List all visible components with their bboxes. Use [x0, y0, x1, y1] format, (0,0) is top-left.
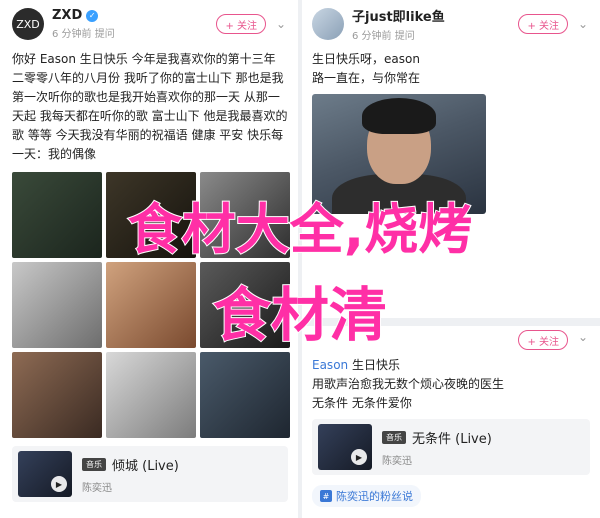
album-cover: ▶	[18, 451, 72, 497]
music-artist: 陈奕迅	[382, 455, 412, 467]
post-body: 生日快乐呀，eason 路一直在，与你常在	[312, 50, 590, 88]
fan-link[interactable]: # 陈奕迅的粉丝说	[312, 485, 421, 507]
mention-word: 提问	[394, 31, 415, 42]
avatar[interactable]: ZXD	[12, 8, 44, 40]
music-tag: 音乐	[382, 430, 406, 444]
avatar[interactable]	[312, 8, 344, 40]
second-post-body: Eason 生日快乐 用歌声治愈我无数个烦心夜晚的医生 无条件 无条件爱你	[312, 356, 590, 413]
music-info: 音乐 无条件 (Live) 陈奕迅	[382, 428, 492, 467]
username-text: ZXD	[52, 8, 83, 23]
post-header: 子just即like鱼 6 分钟前 提问 + 关注 ⌄	[312, 6, 590, 42]
photo-8[interactable]	[106, 352, 196, 438]
username-text: 子just即like鱼	[352, 10, 445, 25]
more-icon[interactable]: ⌄	[274, 17, 288, 31]
mention-link[interactable]: Eason	[312, 358, 348, 372]
music-tag: 音乐	[82, 457, 106, 471]
post-time: 6 分钟前 提问	[352, 27, 512, 42]
verified-icon: ✓	[86, 9, 99, 22]
music-artist: 陈奕迅	[82, 482, 112, 494]
link-icon: #	[320, 490, 332, 502]
play-icon[interactable]: ▶	[51, 476, 67, 492]
photo-7[interactable]	[12, 352, 102, 438]
music-title: 无条件 (Live)	[412, 431, 492, 447]
photo-9[interactable]	[200, 352, 290, 438]
mention-word: 提问	[94, 29, 115, 40]
post-meta: 子just即like鱼 6 分钟前 提问	[352, 6, 512, 42]
second-body-line-1: Eason 生日快乐	[312, 356, 590, 375]
second-body-line-2: 用歌声治愈我无数个烦心夜晚的医生	[312, 377, 505, 391]
time-text: 6 分钟前	[352, 31, 392, 42]
music-info: 音乐 倾城 (Live) 陈奕迅	[82, 455, 179, 494]
overlay-line-2: 食材清	[212, 280, 388, 350]
music-title: 倾城 (Live)	[112, 458, 179, 474]
body-line-2: 路一直在，与你常在	[312, 71, 421, 85]
post-body: 你好 Eason 生日快乐 今年是我喜欢你的第十三年 二零零八年的八月份 我听了…	[12, 52, 288, 161]
more-icon[interactable]: ⌄	[576, 17, 590, 31]
post-meta: ZXD ✓ 6 分钟前 提问	[52, 8, 210, 40]
fan-link-label: 陈奕迅的粉丝说	[336, 490, 413, 503]
play-icon[interactable]: ▶	[351, 449, 367, 465]
time-text: 6 分钟前	[52, 29, 92, 40]
second-post: + 关注 ⌄ Eason 生日快乐 用歌声治愈我无数个烦心夜晚的医生 无条件 无…	[312, 330, 590, 507]
username[interactable]: ZXD ✓	[52, 8, 210, 23]
album-cover: ▶	[318, 424, 372, 470]
music-card[interactable]: ▶ 音乐 无条件 (Live) 陈奕迅	[312, 419, 590, 475]
second-body-line-3: 无条件 无条件爱你	[312, 396, 412, 410]
post-header: ZXD ZXD ✓ 6 分钟前 提问 + 关注 ⌄	[12, 8, 288, 40]
photo-hair	[362, 98, 436, 134]
overlay-line-1: 食材大全,烧烤	[127, 197, 474, 262]
follow-button[interactable]: + 关注	[216, 14, 266, 34]
follow-button[interactable]: + 关注	[518, 14, 568, 34]
post-time: 6 分钟前 提问	[52, 25, 210, 40]
music-card[interactable]: ▶ 音乐 倾城 (Live) 陈奕迅	[12, 446, 288, 502]
body-line-1: 生日快乐呀，eason	[312, 52, 420, 66]
line1-suffix: 生日快乐	[348, 358, 400, 372]
username[interactable]: 子just即like鱼	[352, 6, 512, 25]
